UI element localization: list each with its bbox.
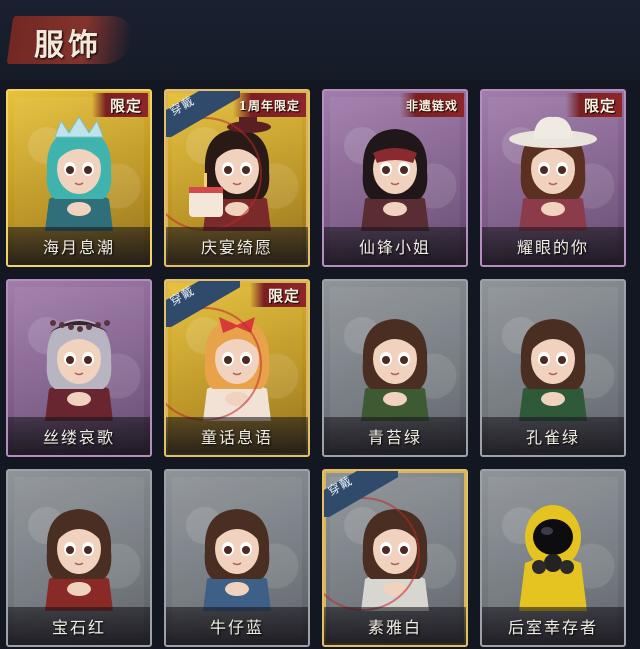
outfit-name-bar: 宝石红 — [8, 607, 150, 645]
outfit-name-bar: 童话息语 — [166, 417, 308, 455]
equipped-tag: 穿戴 — [324, 471, 398, 517]
outfit-name-bar: 耀眼的你 — [482, 227, 624, 265]
denim-girl-avatar-icon — [189, 493, 285, 611]
outfit-card[interactable]: 牛仔蓝 — [164, 469, 310, 647]
outfit-grid: 限定 海月息潮 穿戴 1周年限定 庆宴绮愿 非遗链戏 仙锋小姐 限定 耀眼的你 丝缕哀歌 穿戴 限定童… — [6, 89, 626, 647]
header: 服饰 — [0, 0, 640, 80]
rarity-badge: 限定 — [566, 93, 622, 117]
outfit-name-bar: 后室幸存者 — [482, 607, 624, 645]
outfit-name: 牛仔蓝 — [209, 618, 264, 637]
outfit-name: 海月息潮 — [42, 238, 115, 257]
green-jacket-girl-avatar-icon — [347, 303, 443, 421]
outfit-card[interactable]: 限定海月息潮 — [6, 89, 152, 267]
outfit-name-bar: 海月息潮 — [8, 227, 150, 265]
outfit-card[interactable]: 丝缕哀歌 — [6, 279, 152, 457]
outfit-card[interactable]: 非遗链戏仙锋小姐 — [322, 89, 468, 267]
outfit-name: 仙锋小姐 — [358, 238, 431, 257]
outfit-card[interactable]: 穿戴 限定童话息语 — [164, 279, 310, 457]
equipped-tag: 穿戴 — [166, 281, 240, 327]
outfit-name: 后室幸存者 — [507, 618, 598, 637]
outfit-card[interactable]: 孔雀绿 — [480, 279, 626, 457]
outfit-card[interactable]: 青苔绿 — [322, 279, 468, 457]
hazmat-gasmask-avatar-icon — [505, 493, 601, 611]
outfit-name: 童话息语 — [200, 428, 273, 447]
outfit-name: 素雅白 — [367, 618, 422, 637]
outfit-card[interactable]: 穿戴素雅白 — [322, 469, 468, 647]
peacock-green-girl-avatar-icon — [505, 303, 601, 421]
mermaid-crown-avatar-icon — [31, 113, 127, 231]
cowboy-hat-avatar-icon — [505, 113, 601, 231]
outfit-card[interactable]: 限定耀眼的你 — [480, 89, 626, 267]
outfit-name-bar: 仙锋小姐 — [324, 227, 466, 265]
page-title: 服饰 — [34, 28, 102, 63]
equipped-tag-label: 穿戴 — [167, 283, 198, 309]
outfit-name: 宝石红 — [51, 618, 106, 637]
outfit-name-bar: 青苔绿 — [324, 417, 466, 455]
outfit-name-bar: 孔雀绿 — [482, 417, 624, 455]
outfit-name: 青苔绿 — [367, 428, 422, 447]
rarity-badge: 1周年限定 — [232, 93, 306, 117]
lace-headdress-avatar-icon — [31, 303, 127, 421]
outfit-card[interactable]: 后室幸存者 — [480, 469, 626, 647]
equipped-tag: 穿戴 — [166, 91, 240, 137]
equipped-tag-label: 穿戴 — [325, 473, 356, 499]
rarity-badge: 限定 — [250, 283, 306, 307]
outfit-name-bar: 丝缕哀歌 — [8, 417, 150, 455]
red-jacket-girl-avatar-icon — [31, 493, 127, 611]
outfit-name-bar: 牛仔蓝 — [166, 607, 308, 645]
masked-girl-avatar-icon — [347, 113, 443, 231]
rarity-badge: 非遗链戏 — [399, 93, 464, 117]
equipped-tag-label: 穿戴 — [167, 93, 198, 119]
outfit-card[interactable]: 穿戴 1周年限定庆宴绮愿 — [164, 89, 310, 267]
rarity-badge: 限定 — [92, 93, 148, 117]
outfit-name: 丝缕哀歌 — [42, 428, 115, 447]
outfit-name-bar: 庆宴绮愿 — [166, 227, 308, 265]
outfit-card[interactable]: 宝石红 — [6, 469, 152, 647]
outfit-name-bar: 素雅白 — [324, 607, 466, 645]
outfit-name: 庆宴绮愿 — [200, 238, 273, 257]
outfit-name: 孔雀绿 — [525, 428, 580, 447]
outfit-name: 耀眼的你 — [516, 238, 589, 257]
